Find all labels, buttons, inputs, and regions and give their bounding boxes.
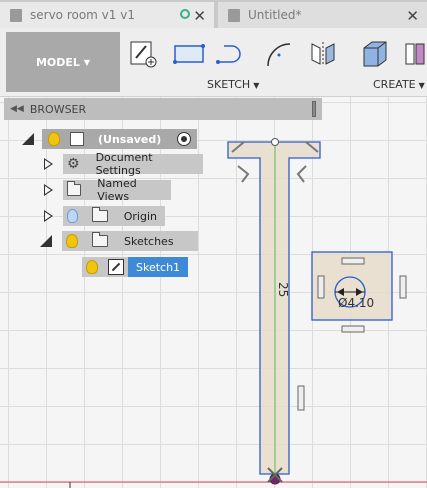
sketch-point[interactable] xyxy=(271,138,279,146)
vertical-constraint-icon-left xyxy=(317,275,325,299)
create-group-label: CREATE xyxy=(373,78,416,91)
create-group-dropdown[interactable]: CREATE ▼ xyxy=(373,78,425,91)
component-icon xyxy=(70,132,84,146)
browser-item-sketch1[interactable]: Sketch1 xyxy=(82,257,188,277)
sketch-icon xyxy=(108,259,124,275)
workspace-switcher-button[interactable]: MODEL ▼ xyxy=(6,32,120,92)
caret-down-icon: ▼ xyxy=(83,57,91,67)
root-node[interactable]: (Unsaved) xyxy=(42,129,198,149)
horizontal-constraint-icon xyxy=(341,257,365,265)
sketch1-icons xyxy=(82,257,128,277)
arc-icon[interactable] xyxy=(262,38,296,70)
root-label: (Unsaved) xyxy=(98,132,162,146)
item-label: Origin xyxy=(123,209,157,223)
browser-root-row[interactable]: (Unsaved) xyxy=(22,129,198,149)
cloud-sync-icon xyxy=(180,9,190,19)
folder-icon xyxy=(92,232,108,247)
item-label: Document Settings xyxy=(95,151,153,177)
gear-icon: ⚙ xyxy=(67,156,80,172)
browser-item-origin[interactable]: Origin xyxy=(44,206,165,226)
close-icon[interactable]: ✕ xyxy=(406,7,419,25)
box-icon[interactable] xyxy=(358,38,392,70)
expand-toggle-icon[interactable] xyxy=(22,133,34,145)
line-icon[interactable] xyxy=(214,38,248,70)
folder-icon xyxy=(67,181,82,196)
toolbar: MODEL ▼ SKETCH ▼ CREATE ▼ xyxy=(0,28,427,97)
rectangle-icon[interactable] xyxy=(172,38,206,70)
pattern-icon[interactable] xyxy=(402,38,427,70)
document-settings-node[interactable]: ⚙ Document Settings xyxy=(63,151,203,177)
named-views-node[interactable]: Named Views xyxy=(63,177,171,203)
visibility-bulb-icon[interactable] xyxy=(66,234,78,248)
workspace-label: MODEL xyxy=(35,55,80,69)
browser-item-named-views[interactable]: Named Views xyxy=(44,177,171,203)
browser-item-sketches[interactable]: Sketches xyxy=(40,231,198,251)
tab-servo-room[interactable]: servo room v1 v1 ✕ xyxy=(0,2,214,28)
browser-title: BROWSER xyxy=(29,102,87,116)
expand-arrow-icon[interactable] xyxy=(44,184,53,196)
document-icon xyxy=(10,8,22,22)
horizontal-constraint-icon-bottom xyxy=(341,325,365,333)
activate-radio-icon[interactable] xyxy=(177,132,192,146)
diameter-dimension[interactable]: Ø4.10 xyxy=(338,296,374,310)
sketch1-label[interactable]: Sketch1 xyxy=(128,257,188,277)
expand-toggle-icon[interactable] xyxy=(40,235,52,247)
browser-item-document-settings[interactable]: ⚙ Document Settings xyxy=(44,151,203,177)
panel-handle[interactable] xyxy=(312,101,316,117)
sketch-group-label: SKETCH xyxy=(207,78,251,91)
expand-arrow-icon[interactable] xyxy=(44,158,53,170)
caret-down-icon: ▼ xyxy=(418,81,425,90)
visibility-bulb-icon[interactable] xyxy=(67,209,79,223)
vertical-dimension[interactable]: 25 xyxy=(276,282,290,297)
close-icon[interactable]: ✕ xyxy=(193,7,206,25)
tab-untitled[interactable]: Untitled* ✕ xyxy=(218,2,427,28)
sketch-group-dropdown[interactable]: SKETCH ▼ xyxy=(207,78,259,91)
origin-node[interactable]: Origin xyxy=(63,206,165,226)
document-tab-bar: servo room v1 v1 ✕ Untitled* ✕ xyxy=(0,0,427,28)
browser-header[interactable]: ◀◀ BROWSER xyxy=(4,98,322,120)
collapse-browser-icon[interactable]: ◀◀ xyxy=(10,104,24,114)
mirror-icon[interactable] xyxy=(306,38,340,70)
tab-label: Untitled* xyxy=(248,8,302,22)
vertical-constraint-icon-right xyxy=(399,275,407,299)
sketches-node[interactable]: Sketches xyxy=(62,231,198,251)
expand-arrow-icon[interactable] xyxy=(44,210,53,222)
item-label: Sketches xyxy=(124,234,174,248)
tab-label: servo room v1 v1 xyxy=(30,8,135,22)
caret-down-icon: ▼ xyxy=(253,81,260,90)
create-sketch-icon[interactable] xyxy=(126,38,160,70)
folder-icon xyxy=(92,207,108,222)
document-icon xyxy=(228,8,240,22)
visibility-bulb-icon[interactable] xyxy=(48,132,60,146)
visibility-bulb-icon[interactable] xyxy=(86,260,98,274)
vertical-constraint-icon xyxy=(297,385,305,411)
t-profile[interactable] xyxy=(227,141,321,475)
item-label: Named Views xyxy=(97,177,137,203)
